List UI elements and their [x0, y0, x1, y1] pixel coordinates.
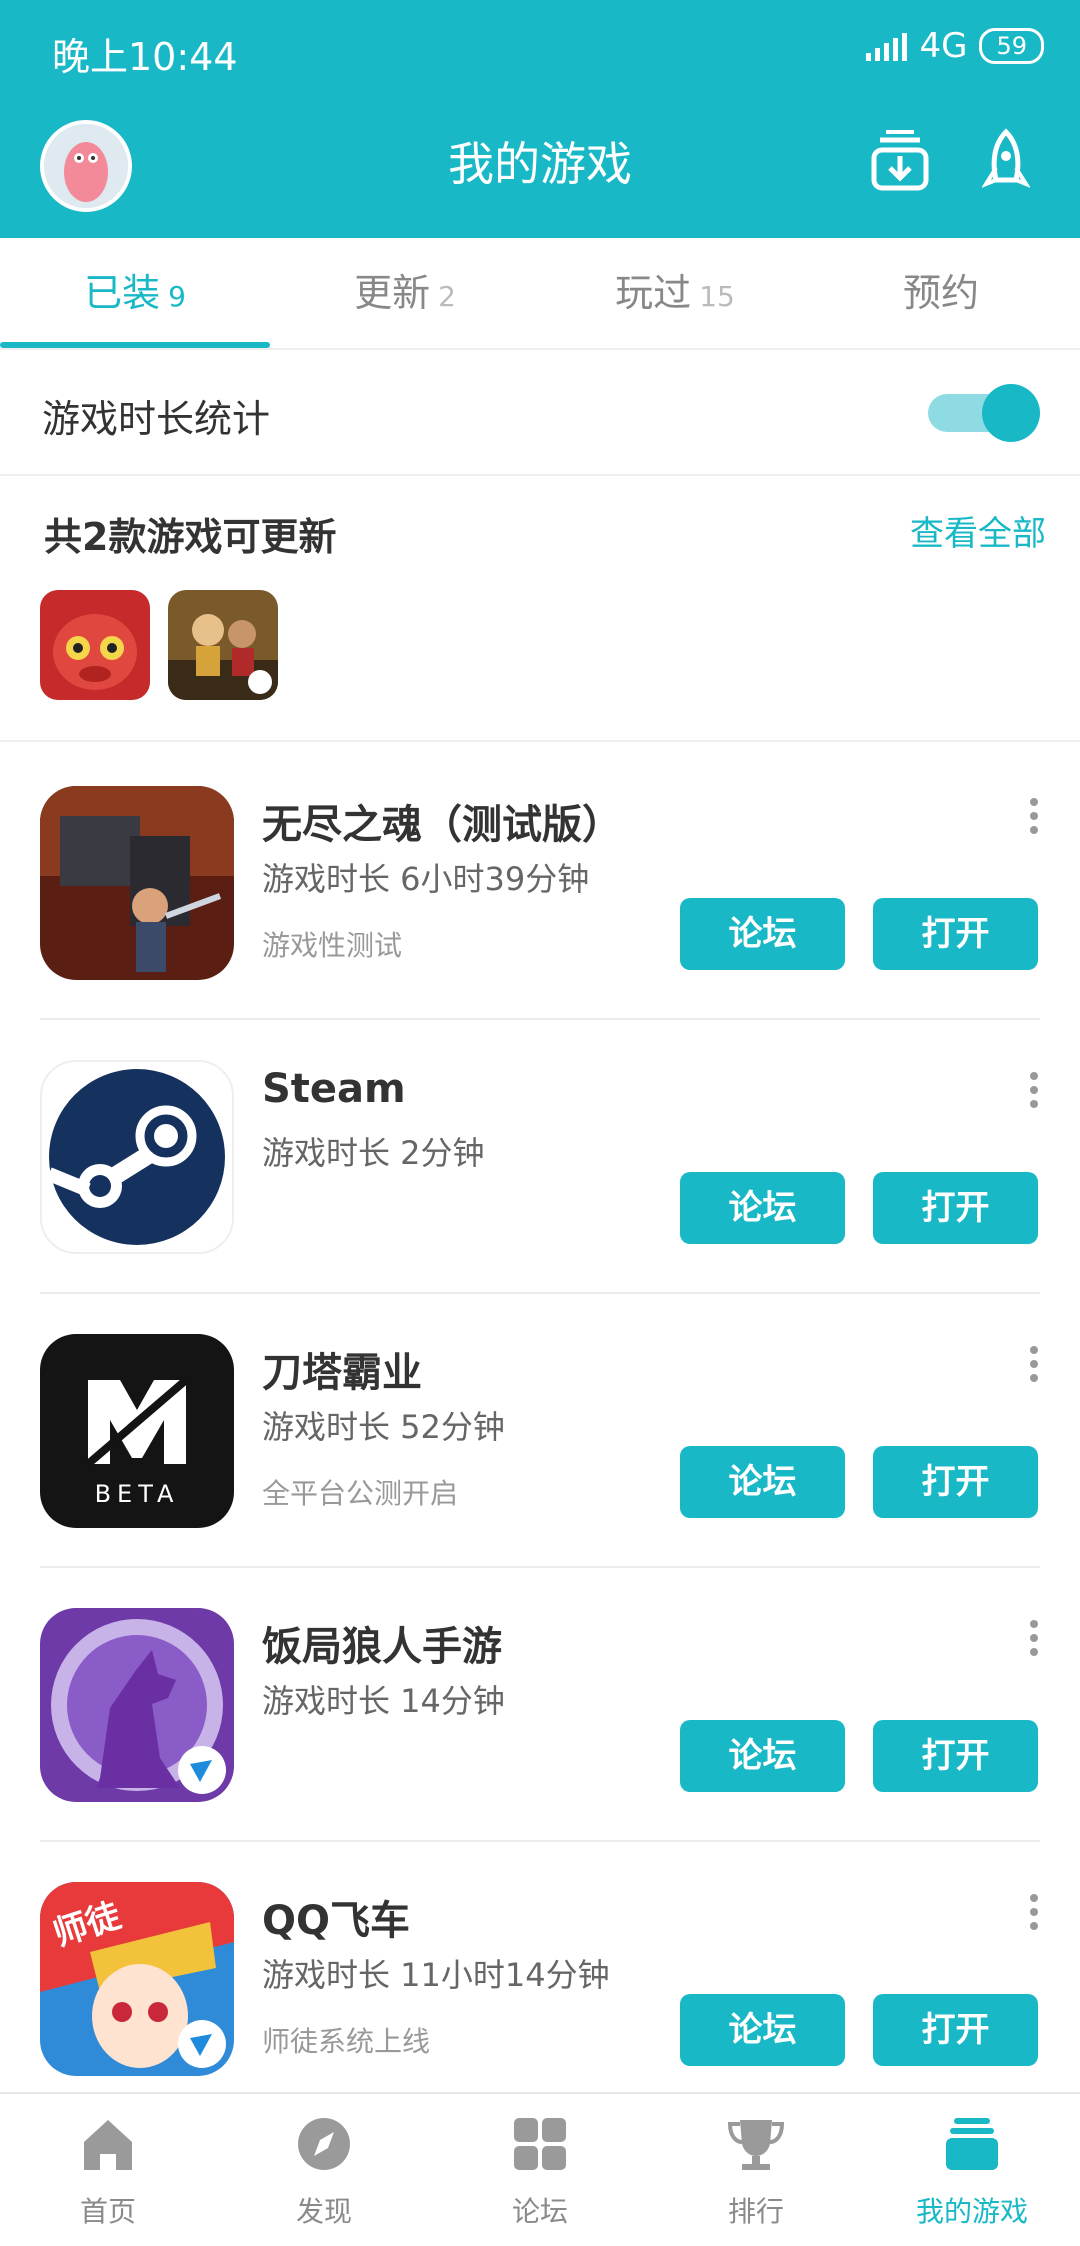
game-note: 游戏性测试 [262, 929, 403, 962]
game-name: 刀塔霸业 [262, 1350, 422, 1396]
bottom-nav: 首页 发现 论坛 排行 我的游戏 [0, 2092, 1080, 2246]
game-playtime: 游戏时长 2分钟 [262, 1134, 485, 1172]
game-item[interactable]: 无尽之魂（测试版） 游戏时长 6小时39分钟 游戏性测试 论坛 打开 [0, 746, 1080, 1020]
signal-icon [866, 31, 908, 61]
game-item[interactable]: 师徒 QQ飞车 游戏时长 11小时14分钟 师徒系统上线 论坛 打开 [0, 1842, 1080, 2092]
game-item[interactable]: BETA 刀塔霸业 游戏时长 52分钟 全平台公测开启 论坛 打开 [0, 1294, 1080, 1568]
game-name: Steam [262, 1066, 406, 1112]
download-manager-icon[interactable] [870, 128, 930, 196]
tab-reserved[interactable]: 预约 [810, 238, 1080, 348]
nav-forum[interactable]: 论坛 [432, 2094, 648, 2246]
update-game-icon[interactable] [168, 590, 278, 700]
status-indicators: 4G 59 [866, 26, 1044, 66]
more-options-icon[interactable] [1030, 1894, 1040, 1936]
game-icon [40, 1608, 234, 1802]
game-icon [40, 1060, 234, 1254]
nav-ranking[interactable]: 排行 [648, 2094, 864, 2246]
more-options-icon[interactable] [1030, 1346, 1040, 1388]
forum-button[interactable]: 论坛 [680, 1172, 845, 1244]
forum-button[interactable]: 论坛 [680, 1994, 845, 2066]
battery-icon: 59 [979, 28, 1044, 64]
open-button[interactable]: 打开 [873, 1446, 1038, 1518]
updates-title: 共2款游戏可更新 [44, 515, 337, 559]
more-options-icon[interactable] [1030, 798, 1040, 840]
nav-label: 发现 [295, 2195, 352, 2228]
open-button[interactable]: 打开 [873, 1994, 1038, 2066]
open-button[interactable]: 打开 [873, 1720, 1038, 1792]
tab-played[interactable]: 玩过 15 [540, 238, 810, 348]
more-options-icon[interactable] [1030, 1620, 1040, 1662]
nav-label: 排行 [727, 2195, 784, 2228]
game-icon: 师徒 [40, 1882, 234, 2076]
playtime-stats-label: 游戏时长统计 [42, 397, 271, 441]
game-playtime: 游戏时长 11小时14分钟 [262, 1956, 610, 1994]
playtime-stats-row: 游戏时长统计 [0, 350, 1080, 476]
grid-icon [514, 2118, 566, 2170]
update-game-icon[interactable] [40, 590, 150, 700]
forum-button[interactable]: 论坛 [680, 898, 845, 970]
updates-section: 共2款游戏可更新 查看全部 [0, 476, 1080, 742]
nav-label: 我的游戏 [915, 2195, 1028, 2228]
game-playtime: 游戏时长 14分钟 [262, 1682, 505, 1720]
tab-indicator [0, 342, 270, 348]
nav-discover[interactable]: 发现 [216, 2094, 432, 2246]
forum-button[interactable]: 论坛 [680, 1446, 845, 1518]
open-button[interactable]: 打开 [873, 1172, 1038, 1244]
playtime-stats-toggle[interactable] [928, 382, 1040, 442]
more-options-icon[interactable] [1030, 1072, 1040, 1114]
tab-bar: 已装 9 更新 2 玩过 15 预约 [0, 238, 1080, 350]
nav-label: 首页 [79, 2195, 136, 2228]
game-playtime: 游戏时长 6小时39分钟 [262, 860, 590, 898]
status-time: 晚上10:44 [52, 35, 238, 79]
game-note: 师徒系统上线 [262, 2025, 431, 2058]
game-name: 无尽之魂（测试版） [262, 802, 622, 848]
nav-label: 论坛 [511, 2195, 568, 2228]
network-type: 4G [919, 26, 968, 66]
game-item[interactable]: 饭局狼人手游 游戏时长 14分钟 论坛 打开 [0, 1568, 1080, 1842]
svg-text:BETA: BETA [95, 1480, 180, 1508]
game-icon: BETA [40, 1334, 234, 1528]
forum-button[interactable]: 论坛 [680, 1720, 845, 1792]
game-icon [40, 786, 234, 980]
tab-installed[interactable]: 已装 9 [0, 238, 270, 348]
game-playtime: 游戏时长 52分钟 [262, 1408, 505, 1446]
stack-icon [946, 2118, 998, 2170]
nav-home[interactable]: 首页 [0, 2094, 216, 2246]
compass-icon [298, 2118, 350, 2170]
app-header: 晚上10:44 4G 59 我的游戏 [0, 0, 1080, 238]
tab-updates[interactable]: 更新 2 [270, 238, 540, 348]
game-name: 饭局狼人手游 [262, 1624, 502, 1670]
game-item[interactable]: Steam 游戏时长 2分钟 论坛 打开 [0, 1020, 1080, 1294]
rocket-icon[interactable] [981, 128, 1031, 198]
game-name: QQ飞车 [262, 1898, 411, 1944]
nav-my-games[interactable]: 我的游戏 [864, 2094, 1080, 2246]
home-icon [84, 2120, 132, 2170]
game-note: 全平台公测开启 [262, 1477, 459, 1510]
trophy-icon [728, 2120, 784, 2170]
open-button[interactable]: 打开 [873, 898, 1038, 970]
view-all-link[interactable]: 查看全部 [910, 506, 1046, 555]
